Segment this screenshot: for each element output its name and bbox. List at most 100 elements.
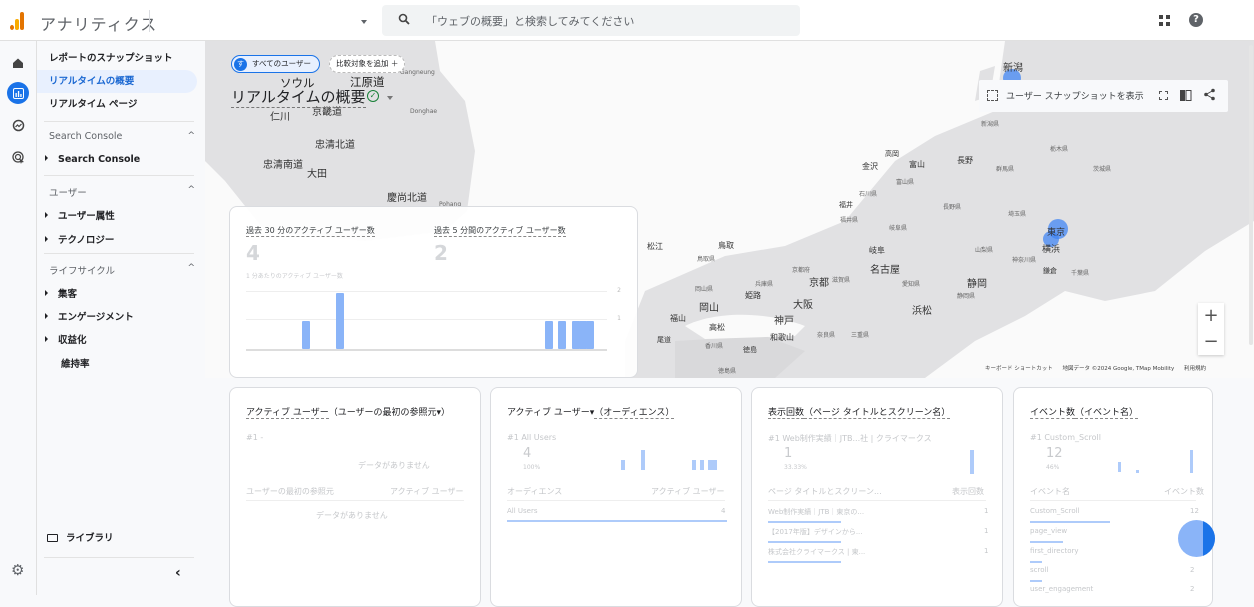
nav-item-label: テクノロジー	[58, 235, 115, 246]
card-metric: イベント数	[1030, 408, 1076, 419]
analytics-logo-icon[interactable]	[10, 12, 26, 30]
compare-icon[interactable]	[1180, 90, 1192, 101]
explore-icon[interactable]	[7, 114, 29, 136]
divider	[246, 500, 464, 501]
chevron-up-icon[interactable]: ^	[187, 131, 195, 141]
home-icon[interactable]	[7, 52, 29, 74]
divider	[44, 175, 194, 176]
column-header: ページ タイトルとスクリーン...	[768, 487, 882, 496]
map-label: 鳥取	[718, 241, 734, 250]
help-icon[interactable]: ?	[1189, 13, 1203, 27]
nav-item-search-console[interactable]: Search Console	[45, 154, 195, 165]
sparkline-bar	[970, 450, 974, 474]
search-input[interactable]: 「ウェブの概要」と検索してみてください	[382, 5, 800, 36]
chevron-up-icon[interactable]: ^	[187, 263, 195, 273]
nav-item-retention[interactable]: 維持率	[61, 356, 90, 370]
section-header-users[interactable]: ユーザー ^	[49, 185, 195, 199]
apps-grid-icon[interactable]	[1159, 15, 1170, 26]
scrollbar[interactable]	[1249, 45, 1253, 345]
nav-item-demographics[interactable]: ユーザー属性	[45, 208, 195, 222]
map-label: 鳥取県	[697, 256, 716, 263]
collapse-nav-chevron-icon[interactable]: ‹	[175, 565, 181, 581]
map-label: 忠清南道	[263, 160, 303, 171]
map-toolbar: ユーザー スナップショットを表示	[979, 80, 1228, 112]
card-title[interactable]: 表示回数（ページ タイトルとスクリーン名）	[768, 405, 951, 419]
x-axis	[246, 349, 607, 351]
nav-item-technology[interactable]: テクノロジー	[45, 232, 195, 246]
row-progress-bar	[1030, 541, 1063, 543]
chart-bar[interactable]	[301, 321, 310, 349]
fullscreen-icon[interactable]	[1159, 91, 1168, 100]
map-label: 富山	[909, 160, 925, 169]
library-link[interactable]: ライブラリ	[47, 530, 114, 544]
view-user-snapshot-button[interactable]: ユーザー スナップショットを表示	[1006, 89, 1144, 102]
nav-item-monetization[interactable]: 収益化	[45, 332, 195, 346]
property-selector-caret-icon[interactable]	[361, 20, 367, 24]
nav-item-realtime-pages[interactable]: リアルタイム ページ	[37, 93, 197, 116]
card-title[interactable]: アクティブ ユーザー（ユーザーの最初の参照元▾）	[246, 405, 450, 419]
zoom-out-button[interactable]: −	[1198, 329, 1224, 355]
map-label: 岐阜県	[889, 225, 908, 232]
nav-item-realtime-overview[interactable]: リアルタイムの概要	[37, 70, 197, 93]
map-label: 石川県	[859, 191, 878, 198]
section-header-lifecycle[interactable]: ライフサイクル ^	[49, 263, 195, 277]
terms-link[interactable]: 利用規約	[1184, 366, 1206, 372]
row-value: 2	[1190, 585, 1195, 593]
chart-bar[interactable]	[558, 321, 567, 349]
top-percent: 33.33%	[784, 464, 807, 471]
row-progress-bar	[507, 520, 727, 522]
row-value: 2	[1190, 566, 1195, 574]
divider	[149, 10, 150, 32]
sparkline-bar	[700, 460, 704, 470]
segment-chip-all-users[interactable]: す すべてのユーザー	[231, 55, 321, 73]
divider	[1030, 500, 1196, 501]
nav-item-report-snapshot[interactable]: レポートのスナップショット	[37, 47, 197, 70]
card-title[interactable]: アクティブ ユーザー▾（オーディエンス）	[507, 405, 675, 419]
chart-bar[interactable]	[586, 321, 595, 349]
rank-label: #1 Custom_Scroll	[1030, 433, 1101, 442]
chart-bar[interactable]	[336, 293, 345, 349]
map-label: 徳島県	[718, 368, 737, 375]
section-title: ユーザー	[49, 188, 87, 199]
segment-label: すべてのユーザー	[252, 59, 312, 68]
insights-fab-button[interactable]	[1178, 520, 1215, 557]
chevron-up-icon[interactable]: ^	[187, 185, 195, 195]
nav-item-label: ユーザー属性	[58, 211, 115, 222]
card-title[interactable]: イベント数（イベント名）	[1030, 405, 1139, 419]
row-value: 1	[984, 527, 989, 535]
nav-item-acquisition[interactable]: 集客	[45, 286, 195, 300]
title-dropdown-caret-icon[interactable]	[387, 96, 393, 100]
advertising-icon[interactable]	[7, 146, 29, 168]
section-title: ライフサイクル	[49, 266, 116, 277]
expand-triangle-icon	[45, 336, 48, 342]
top-app-bar: アナリティクス 「ウェブの概要」と検索してみてください ?	[0, 0, 1254, 41]
map-label: 新潟	[1003, 63, 1023, 74]
map-label: 福井	[839, 201, 853, 209]
zoom-in-button[interactable]: +	[1198, 303, 1224, 329]
keyboard-shortcuts-link[interactable]: キーボード ショートカット	[985, 366, 1053, 372]
top-value: 12	[1046, 446, 1063, 461]
sparkline-bar	[1136, 470, 1139, 473]
nav-item-label: 集客	[58, 289, 78, 300]
row-progress-bar	[1030, 561, 1042, 563]
nav-item-label: 収益化	[58, 335, 87, 346]
nav-item-engagement[interactable]: エンゲージメント	[45, 309, 195, 323]
settings-gear-icon[interactable]: ⚙	[11, 561, 24, 579]
chart-bar[interactable]	[544, 321, 553, 349]
share-icon[interactable]	[1203, 88, 1216, 101]
section-header-search-console[interactable]: Search Console ^	[49, 131, 195, 142]
add-comparison-button[interactable]: 比較対象を追加 ＋	[329, 55, 406, 73]
column-header: ユーザーの最初の参照元	[246, 487, 334, 496]
column-header: 表示回数	[952, 487, 984, 496]
metric-label-30min: 過去 30 分のアクティブ ユーザー数	[246, 226, 375, 237]
map-label: 奈良県	[817, 332, 836, 339]
sparkline-bar	[621, 460, 625, 470]
row-name: All Users	[507, 507, 538, 515]
user-snapshot-icon[interactable]	[987, 90, 998, 101]
card-metric: アクティブ ユーザー	[246, 408, 329, 419]
reports-icon[interactable]	[7, 82, 29, 104]
map-label: 三重県	[851, 332, 870, 339]
map-label: 静岡県	[957, 293, 976, 300]
sparkline-bar	[708, 460, 717, 470]
left-rail: ⚙	[0, 41, 37, 595]
